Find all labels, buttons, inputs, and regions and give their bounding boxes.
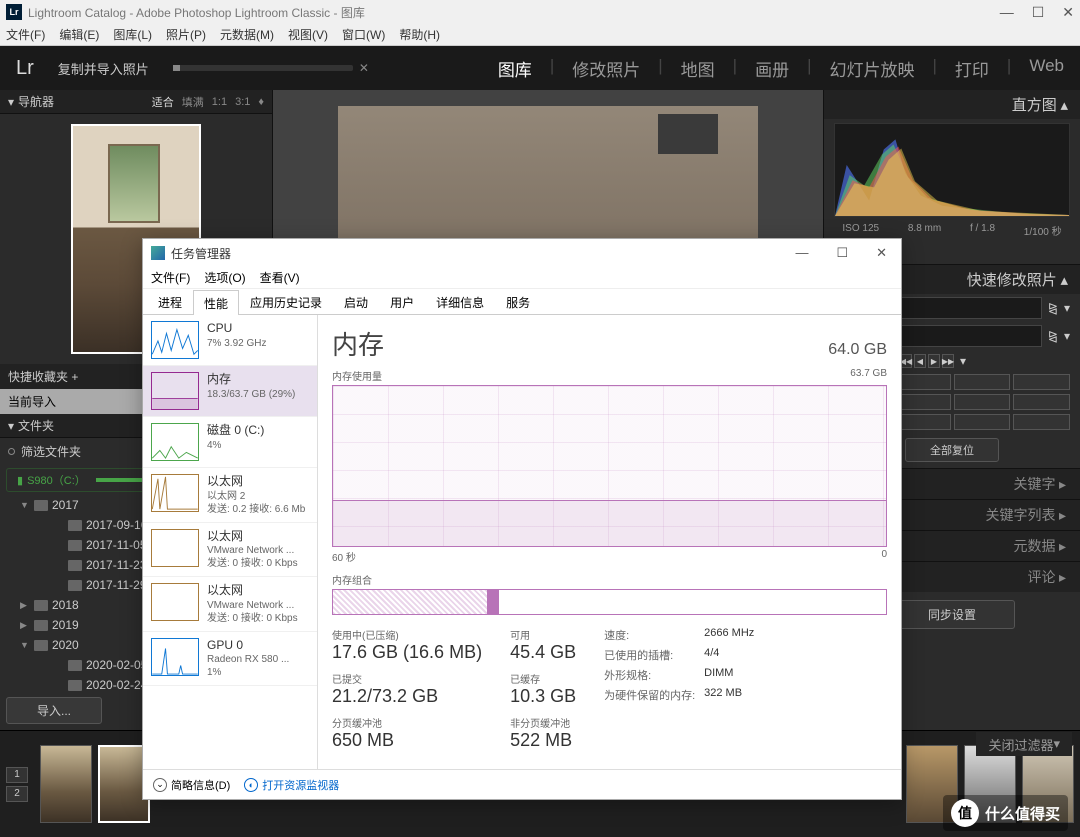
module-web[interactable]: Web [1029, 56, 1064, 81]
tm-footer: ⌄简略信息(D) ◐打开资源监视器 [143, 769, 901, 799]
app-logo: Lr [16, 57, 34, 80]
tm-brief-toggle[interactable]: ⌄简略信息(D) [153, 777, 230, 793]
menu-view[interactable]: 视图(V) [288, 26, 328, 43]
tab-startup[interactable]: 启动 [333, 289, 379, 314]
tm-cached-value: 10.3 GB [510, 686, 576, 707]
zoom-fill[interactable]: 填满 [182, 94, 204, 110]
smzdm-watermark: 值 什么值得买 [943, 795, 1068, 831]
sync-button[interactable]: 同步设置 [889, 600, 1015, 629]
tm-memory-chart [332, 385, 887, 547]
tab-users[interactable]: 用户 [379, 289, 425, 314]
tab-performance[interactable]: 性能 [193, 290, 239, 315]
module-print[interactable]: 打印 [955, 56, 989, 81]
tab-details[interactable]: 详细信息 [425, 289, 495, 314]
tm-side-gpu[interactable]: GPU 0Radeon RX 580 ...1% [143, 632, 317, 687]
zoom-more-icon[interactable]: ♦ [258, 96, 264, 108]
tm-menu-view[interactable]: 查看(V) [260, 269, 300, 286]
tm-side-eth2[interactable]: 以太网VMware Network ...发送: 0 接收: 0 Kbps [143, 523, 317, 578]
dropdown-icon[interactable]: ⧎ [1048, 329, 1058, 343]
reset-button[interactable]: 全部复位 [905, 438, 999, 462]
minimize-button[interactable]: — [1000, 4, 1014, 21]
tm-used-value: 17.6 GB (16.6 MB) [332, 642, 482, 663]
tm-titlebar[interactable]: 任务管理器 — ☐ ✕ [143, 239, 901, 267]
view-mode-1[interactable]: 1 [6, 767, 28, 783]
menu-window[interactable]: 窗口(W) [342, 26, 385, 43]
tm-main: 内存64.0 GB 内存使用量63.7 GB 60 秒0 内存组合 使用中(已压… [318, 315, 901, 769]
tm-metric-title: 内存 [332, 325, 384, 362]
tm-available-value: 45.4 GB [510, 642, 576, 663]
filmstrip-thumb[interactable] [40, 745, 92, 823]
tm-sidebar: CPU7% 3.92 GHz 内存18.3/63.7 GB (29%) 磁盘 0… [143, 315, 318, 769]
tm-usage-label: 内存使用量 [332, 368, 382, 383]
menu-file[interactable]: 文件(F) [6, 26, 45, 43]
zoom-3-1[interactable]: 3:1 [235, 96, 250, 108]
window-title: Lightroom Catalog - Adobe Photoshop Ligh… [28, 4, 365, 21]
module-library[interactable]: 图库 [498, 56, 532, 81]
import-progress [173, 65, 353, 71]
menu-photo[interactable]: 照片(P) [166, 26, 206, 43]
cancel-task-icon[interactable]: ✕ [359, 61, 369, 75]
module-map[interactable]: 地图 [681, 56, 715, 81]
tm-paged-value: 650 MB [332, 730, 482, 751]
tm-composition-label: 内存组合 [332, 572, 887, 587]
module-picker-bar: Lr 复制并导入照片 ✕ 图库| 修改照片| 地图| 画册| 幻灯片放映| 打印… [0, 46, 1080, 90]
tm-title: 任务管理器 [171, 245, 231, 262]
tm-app-icon [151, 246, 165, 260]
tm-side-eth1[interactable]: 以太网以太网 2发送: 0.2 接收: 6.6 Mb [143, 468, 317, 523]
tm-side-memory[interactable]: 内存18.3/63.7 GB (29%) [143, 366, 317, 417]
tm-usage-max: 63.7 GB [850, 368, 887, 383]
close-button[interactable]: ✕ [1062, 4, 1074, 21]
close-filter[interactable]: 关闭过滤器 ▾ [976, 732, 1072, 756]
module-book[interactable]: 画册 [755, 56, 789, 81]
navigator-label: 导航器 [18, 93, 54, 110]
tm-capacity: 64.0 GB [828, 341, 887, 359]
histogram-header[interactable]: 直方图 ▴ [824, 90, 1080, 119]
tm-tabs: 进程 性能 应用历史记录 启动 用户 详细信息 服务 [143, 289, 901, 315]
tm-menu[interactable]: 文件(F) 选项(O) 查看(V) [143, 267, 901, 289]
zoom-1-1[interactable]: 1:1 [212, 96, 227, 108]
tm-menu-options[interactable]: 选项(O) [204, 269, 245, 286]
tm-side-cpu[interactable]: CPU7% 3.92 GHz [143, 315, 317, 366]
menu-metadata[interactable]: 元数据(M) [220, 26, 274, 43]
maximize-button[interactable]: ☐ [1032, 4, 1045, 21]
zoom-fit[interactable]: 适合 [152, 94, 174, 110]
menu-edit[interactable]: 编辑(E) [59, 26, 99, 43]
tm-menu-file[interactable]: 文件(F) [151, 269, 190, 286]
histogram[interactable] [834, 123, 1070, 217]
tm-committed-value: 21.2/73.2 GB [332, 686, 482, 707]
tab-services[interactable]: 服务 [495, 289, 541, 314]
task-manager-window: 任务管理器 — ☐ ✕ 文件(F) 选项(O) 查看(V) 进程 性能 应用历史… [142, 238, 902, 800]
tm-nonpaged-value: 522 MB [510, 730, 576, 751]
task-label: 复制并导入照片 [58, 59, 149, 78]
import-button[interactable]: 导入... [6, 697, 102, 724]
tab-processes[interactable]: 进程 [147, 289, 193, 314]
menu-help[interactable]: 帮助(H) [399, 26, 440, 43]
tm-maximize[interactable]: ☐ [830, 245, 854, 261]
module-slideshow[interactable]: 幻灯片放映 [830, 56, 915, 81]
view-mode-2[interactable]: 2 [6, 786, 28, 802]
tm-open-resmon[interactable]: ◐打开资源监视器 [244, 777, 339, 793]
tab-apphistory[interactable]: 应用历史记录 [239, 289, 333, 314]
app-icon: Lr [6, 4, 22, 20]
navigator-header[interactable]: ▾ 导航器 适合 填满 1:1 3:1 ♦ [0, 90, 272, 114]
tm-side-disk[interactable]: 磁盘 0 (C:)4% [143, 417, 317, 468]
window-titlebar: Lr Lightroom Catalog - Adobe Photoshop L… [0, 0, 1080, 24]
menu-bar[interactable]: 文件(F) 编辑(E) 图库(L) 照片(P) 元数据(M) 视图(V) 窗口(… [0, 24, 1080, 46]
smzdm-icon: 值 [951, 799, 979, 827]
tm-minimize[interactable]: — [789, 245, 814, 261]
tm-side-eth3[interactable]: 以太网VMware Network ...发送: 0 接收: 0 Kbps [143, 577, 317, 632]
module-develop[interactable]: 修改照片 [572, 56, 640, 81]
tm-close[interactable]: ✕ [870, 245, 893, 261]
menu-library[interactable]: 图库(L) [113, 26, 152, 43]
dropdown-icon[interactable]: ⧎ [1048, 301, 1058, 315]
tm-memory-composition [332, 589, 887, 615]
